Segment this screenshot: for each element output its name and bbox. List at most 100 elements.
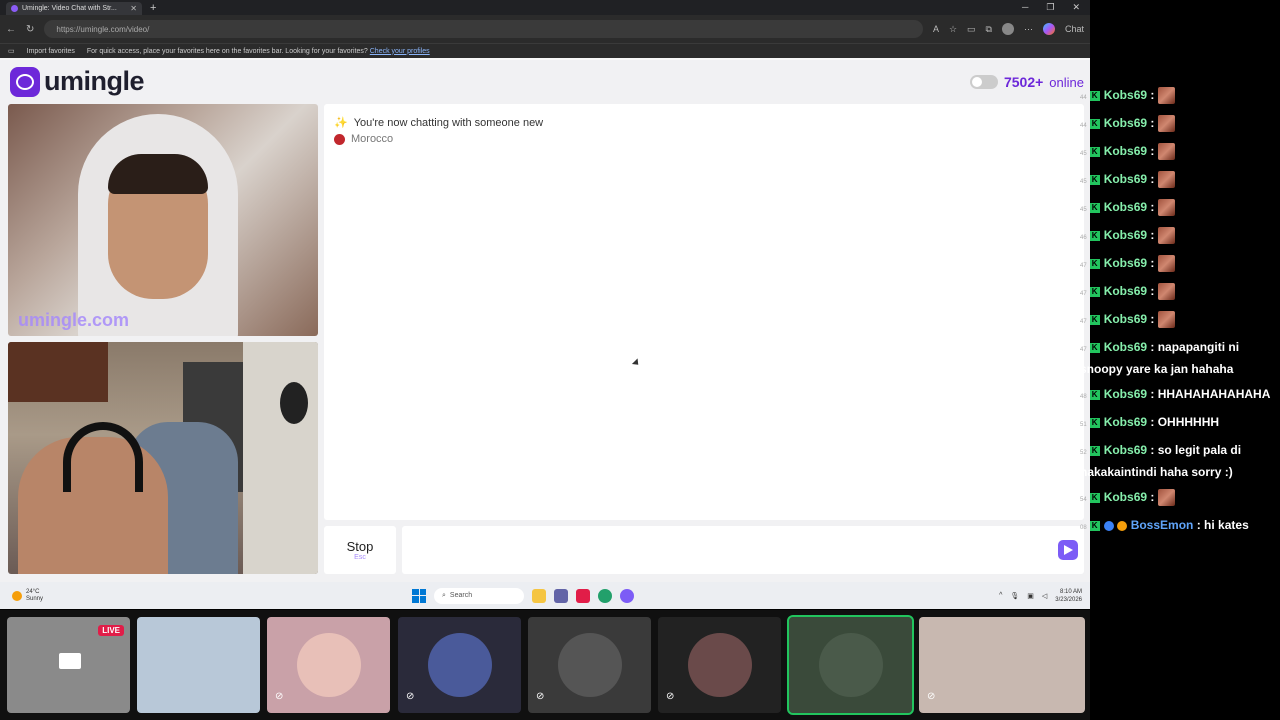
chat-username[interactable]: Kobs69 xyxy=(1104,256,1147,270)
chat-message: 54 K Kobs69 : xyxy=(1080,488,1280,510)
chat-message: 47 K Kobs69 : napapangiti ni snoopy yare k… xyxy=(1080,340,1240,376)
chat-username[interactable]: Kobs69 xyxy=(1104,172,1147,186)
taskbar-search[interactable]: ⌕ Search xyxy=(434,587,524,604)
chat-message: 48 K Kobs69 : HHAHAHAHAHAHA xyxy=(1080,387,1271,401)
emote-icon xyxy=(1157,283,1175,301)
browser-window: Umingle: Video Chat with Str... ✕ + ─ ❐ … xyxy=(0,0,1090,582)
chat-timestamp: 52 xyxy=(1080,450,1087,456)
message-input[interactable] xyxy=(402,526,1084,574)
file-explorer-icon[interactable] xyxy=(532,588,546,603)
chat-timestamp: 45 xyxy=(1080,207,1087,213)
collections-icon[interactable]: ⧉ xyxy=(986,24,992,35)
stranger-video: umingle.com xyxy=(8,104,318,336)
copilot-icon[interactable] xyxy=(1042,23,1055,35)
split-screen-icon[interactable]: ▭ xyxy=(967,24,976,35)
chat-message: 47 K Kobs69 : xyxy=(1080,254,1280,276)
minimize-icon[interactable]: ─ xyxy=(1022,2,1028,13)
url-field[interactable]: https://umingle.com/video/ xyxy=(44,20,923,38)
chat-username[interactable]: Kobs69 xyxy=(1104,228,1147,242)
chat-username[interactable]: Kobs69 xyxy=(1104,387,1147,401)
close-tab-icon[interactable]: ✕ xyxy=(130,4,137,13)
screen-share-icon xyxy=(59,653,81,669)
system-message-text: You're now chatting with someone new xyxy=(353,116,544,129)
chat-message: 51 K Kobs69 : OHHHHHH xyxy=(1080,415,1220,429)
emote-icon xyxy=(1157,87,1175,105)
send-icon[interactable] xyxy=(1058,540,1078,560)
tab-favicon-icon xyxy=(11,5,18,12)
weather-widget[interactable]: 24°C Sunny xyxy=(0,589,200,603)
chat-username[interactable]: BossEmon xyxy=(1131,518,1194,532)
participant-avatar xyxy=(557,633,622,697)
clock-date: 3/23/2026 xyxy=(1055,596,1082,603)
headphones-icon xyxy=(63,422,143,492)
chat-username[interactable]: Kobs69 xyxy=(1104,88,1147,102)
clock[interactable]: 8:10 AM 3/23/2026 xyxy=(1055,588,1082,604)
online-indicator: 7502+ online xyxy=(969,74,1084,90)
chat-timestamp: 51 xyxy=(1080,422,1087,428)
stop-button[interactable]: Stop Esc xyxy=(324,526,396,574)
clock-time: 8:10 AM xyxy=(1059,588,1082,595)
chat-username[interactable]: Kobs69 xyxy=(1104,284,1147,298)
participant-tile[interactable]: ⊘ xyxy=(919,617,1085,713)
more-menu-icon[interactable]: ⋯ xyxy=(1024,24,1033,35)
kick-badge-icon: K xyxy=(1089,258,1100,269)
chat-username[interactable]: Kobs69 xyxy=(1104,144,1147,158)
read-aloud-icon[interactable]: A xyxy=(933,24,939,34)
stop-label: Stop xyxy=(346,539,374,554)
mic-muted-icon: ⊘ xyxy=(927,691,936,702)
sparkle-icon: ✨ xyxy=(334,117,348,129)
app-icon-red[interactable] xyxy=(576,588,590,603)
umingle-app-icon[interactable] xyxy=(620,588,634,603)
volume-icon[interactable]: ◁ xyxy=(1042,592,1047,600)
participant-tile[interactable] xyxy=(137,617,260,713)
favorites-folder-icon: ▭ xyxy=(8,48,15,55)
close-window-icon[interactable]: ✕ xyxy=(1072,2,1080,13)
chat-timestamp: 47 xyxy=(1080,319,1087,325)
import-favorites-link[interactable]: Import favorites xyxy=(27,48,75,55)
windows-start-icon[interactable] xyxy=(412,588,426,603)
refresh-icon[interactable]: ↻ xyxy=(26,24,34,35)
emote-icon xyxy=(1157,171,1175,189)
chat-message: 46 K Kobs69 : xyxy=(1080,226,1280,248)
country-flag-icon xyxy=(334,133,345,145)
mode-toggle[interactable] xyxy=(969,75,998,89)
participant-tile[interactable]: ⊘ xyxy=(528,617,651,713)
chat-username[interactable]: Kobs69 xyxy=(1104,490,1147,504)
participant-tile-active[interactable] xyxy=(787,615,914,715)
kick-badge-icon: K xyxy=(1089,118,1100,129)
site-logo[interactable]: umingle xyxy=(10,66,145,97)
chat-message: 45 K Kobs69 : xyxy=(1080,198,1280,220)
chat-username[interactable]: Kobs69 xyxy=(1104,200,1147,214)
chat-username[interactable]: Kobs69 xyxy=(1104,116,1147,130)
new-tab-icon[interactable]: + xyxy=(150,2,156,14)
network-icon[interactable]: ▣ xyxy=(1027,592,1034,600)
chat-label[interactable]: Chat xyxy=(1065,24,1084,34)
check-profiles-link[interactable]: Check your profiles xyxy=(370,48,430,55)
microphone-icon[interactable]: 🎙 xyxy=(1010,592,1019,600)
participant-tile[interactable]: ⊘ xyxy=(398,617,521,713)
chat-text: HHAHAHAHAHAHA xyxy=(1157,387,1271,401)
emote-icon xyxy=(1157,311,1175,329)
emote-icon xyxy=(1157,255,1175,273)
chat-timestamp: 47 xyxy=(1080,291,1087,297)
online-label: online xyxy=(1049,74,1084,90)
browser-tab[interactable]: Umingle: Video Chat with Str... ✕ xyxy=(6,2,142,15)
edge-icon[interactable] xyxy=(598,588,612,603)
back-icon[interactable]: ← xyxy=(6,24,16,35)
tray-chevron-icon[interactable]: ^ xyxy=(999,592,1002,599)
chat-username[interactable]: Kobs69 xyxy=(1104,415,1147,429)
chat-username[interactable]: Kobs69 xyxy=(1104,443,1147,457)
weather-temp: 24°C xyxy=(26,588,40,595)
favorite-star-icon[interactable]: ☆ xyxy=(949,24,957,35)
subscriber-badge-icon xyxy=(1103,520,1114,531)
participant-tile[interactable]: LIVE xyxy=(7,617,130,713)
chat-username[interactable]: Kobs69 xyxy=(1104,312,1147,326)
emote-icon xyxy=(1157,115,1175,133)
participant-tile[interactable]: ⊘ xyxy=(658,617,781,713)
teams-icon[interactable] xyxy=(554,588,568,603)
restore-icon[interactable]: ❐ xyxy=(1046,2,1054,13)
profile-avatar[interactable] xyxy=(1001,23,1014,35)
logo-text: umingle xyxy=(44,66,145,96)
participant-tile[interactable]: ⊘ xyxy=(267,617,390,713)
chat-username[interactable]: Kobs69 xyxy=(1104,340,1147,354)
